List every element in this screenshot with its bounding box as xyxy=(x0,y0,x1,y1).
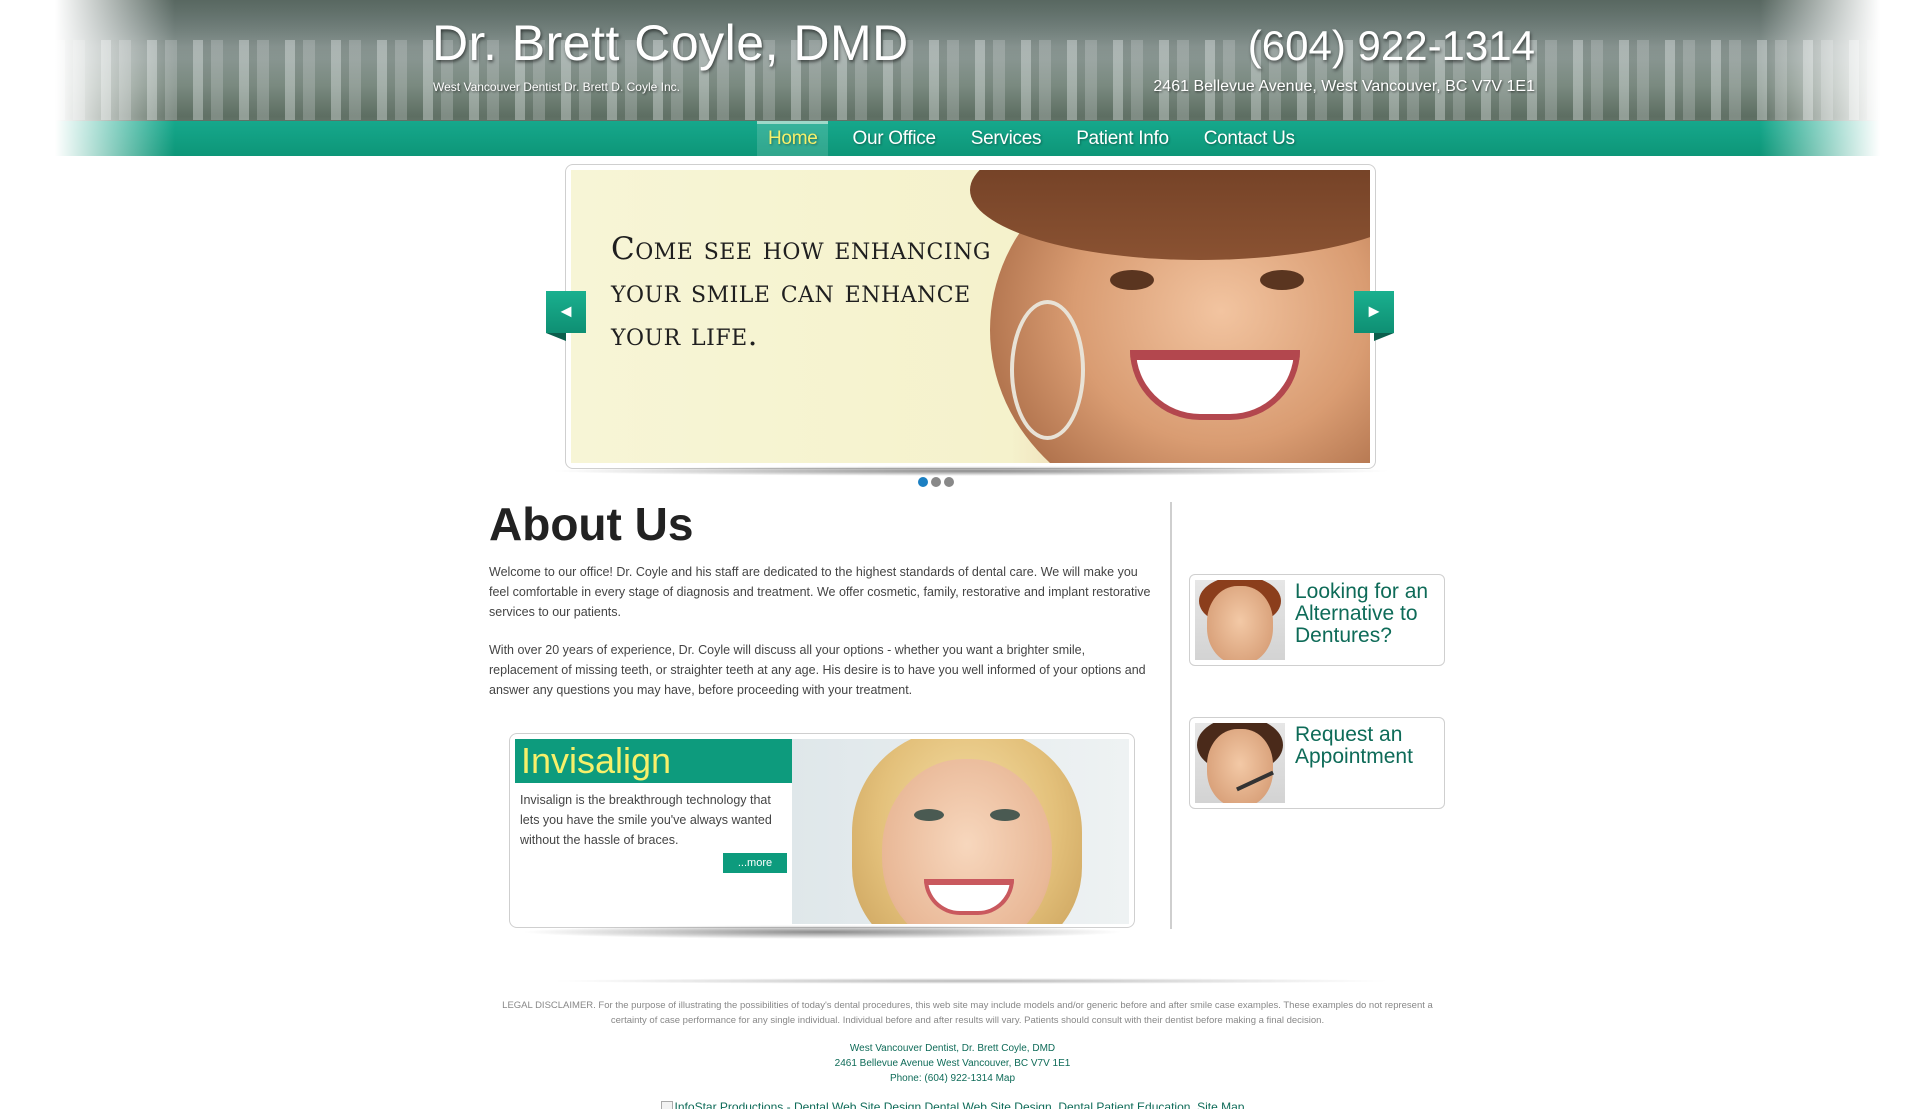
footer-phone-line: Phone: (604) 922-1314 Map xyxy=(0,1073,1905,1084)
hero-slide[interactable]: Come see how enhancing your smile can en… xyxy=(571,170,1370,463)
invisalign-more-button[interactable]: ...more xyxy=(723,853,787,873)
footer-divider xyxy=(548,978,1394,984)
site-title[interactable]: Dr. Brett Coyle, DMD xyxy=(432,14,909,72)
legal-disclaimer: LEGAL DISCLAIMER. For the purpose of ill… xyxy=(502,1000,1433,1026)
nav-our-office[interactable]: Our Office xyxy=(841,121,946,156)
nav-services[interactable]: Services xyxy=(960,121,1052,156)
woman-portrait-thumb xyxy=(1195,580,1285,660)
about-paragraph-1: Welcome to our office! Dr. Coyle and his… xyxy=(489,565,1151,619)
slider-next-button[interactable]: ► xyxy=(1354,291,1394,341)
column-divider xyxy=(1170,502,1172,929)
nav-contact-us[interactable]: Contact Us xyxy=(1193,121,1306,156)
slide-caption: Come see how enhancing your smile can en… xyxy=(611,231,991,353)
page-title: About Us xyxy=(489,498,694,550)
nav-home[interactable]: Home xyxy=(757,121,829,156)
infostar-logo-link[interactable]: InfoStar Productions - Dental Web Site D… xyxy=(660,1100,921,1109)
office-address: 2461 Bellevue Avenue, West Vancouver, BC… xyxy=(1153,78,1535,95)
main-nav: Home Our Office Services Patient Info Co… xyxy=(55,121,1880,156)
dental-web-design-link[interactable]: Dental Web Site Design xyxy=(924,1100,1051,1109)
slider-dot-1[interactable] xyxy=(918,477,928,487)
invisalign-text: Invisalign is the breakthrough technolog… xyxy=(520,793,772,847)
slider-pagination xyxy=(918,477,954,487)
footer-links: InfoStar Productions - Dental Web Site D… xyxy=(0,1101,1905,1109)
site-map-link[interactable]: Site Map xyxy=(1197,1100,1244,1109)
receptionist-headset-thumb xyxy=(1195,723,1285,803)
invisalign-heading: Invisalign xyxy=(515,739,792,783)
slider-dot-2[interactable] xyxy=(931,477,941,487)
footer-map-link[interactable]: Map xyxy=(996,1073,1015,1084)
dentures-alternative-label: Looking for an Alternative to Dentures? xyxy=(1295,580,1429,647)
smiling-woman-photo xyxy=(970,170,1370,463)
request-appointment-card[interactable]: Request an Appointment xyxy=(1189,717,1445,809)
city-skyline-image xyxy=(55,40,1880,120)
broken-image-icon xyxy=(660,1101,673,1109)
footer-address: 2461 Bellevue Avenue West Vancouver, BC … xyxy=(834,1058,1071,1069)
slider-prev-button[interactable]: ◄ xyxy=(546,291,586,341)
dentures-alternative-card[interactable]: Looking for an Alternative to Dentures? xyxy=(1189,574,1445,666)
hero-slider: Come see how enhancing your smile can en… xyxy=(565,164,1376,469)
footer-phone: Phone: (604) 922-1314 xyxy=(889,1073,993,1084)
patient-education-link[interactable]: Dental Patient Education xyxy=(1058,1100,1190,1109)
phone-number: (604) 922-1314 xyxy=(1247,22,1535,69)
invisalign-feature: Invisalign Invisalign is the breakthroug… xyxy=(509,733,1135,928)
footer-practice-name: West Vancouver Dentist, Dr. Brett Coyle,… xyxy=(849,1043,1056,1054)
invisalign-smile-photo xyxy=(792,739,1129,924)
request-appointment-label: Request an Appointment xyxy=(1295,723,1413,768)
site-tagline: West Vancouver Dentist Dr. Brett D. Coyl… xyxy=(433,80,680,94)
nav-list: Home Our Office Services Patient Info Co… xyxy=(757,121,1319,156)
about-paragraph-2: With over 20 years of experience, Dr. Co… xyxy=(489,643,1146,697)
slider-dot-3[interactable] xyxy=(944,477,954,487)
nav-patient-info[interactable]: Patient Info xyxy=(1065,121,1180,156)
